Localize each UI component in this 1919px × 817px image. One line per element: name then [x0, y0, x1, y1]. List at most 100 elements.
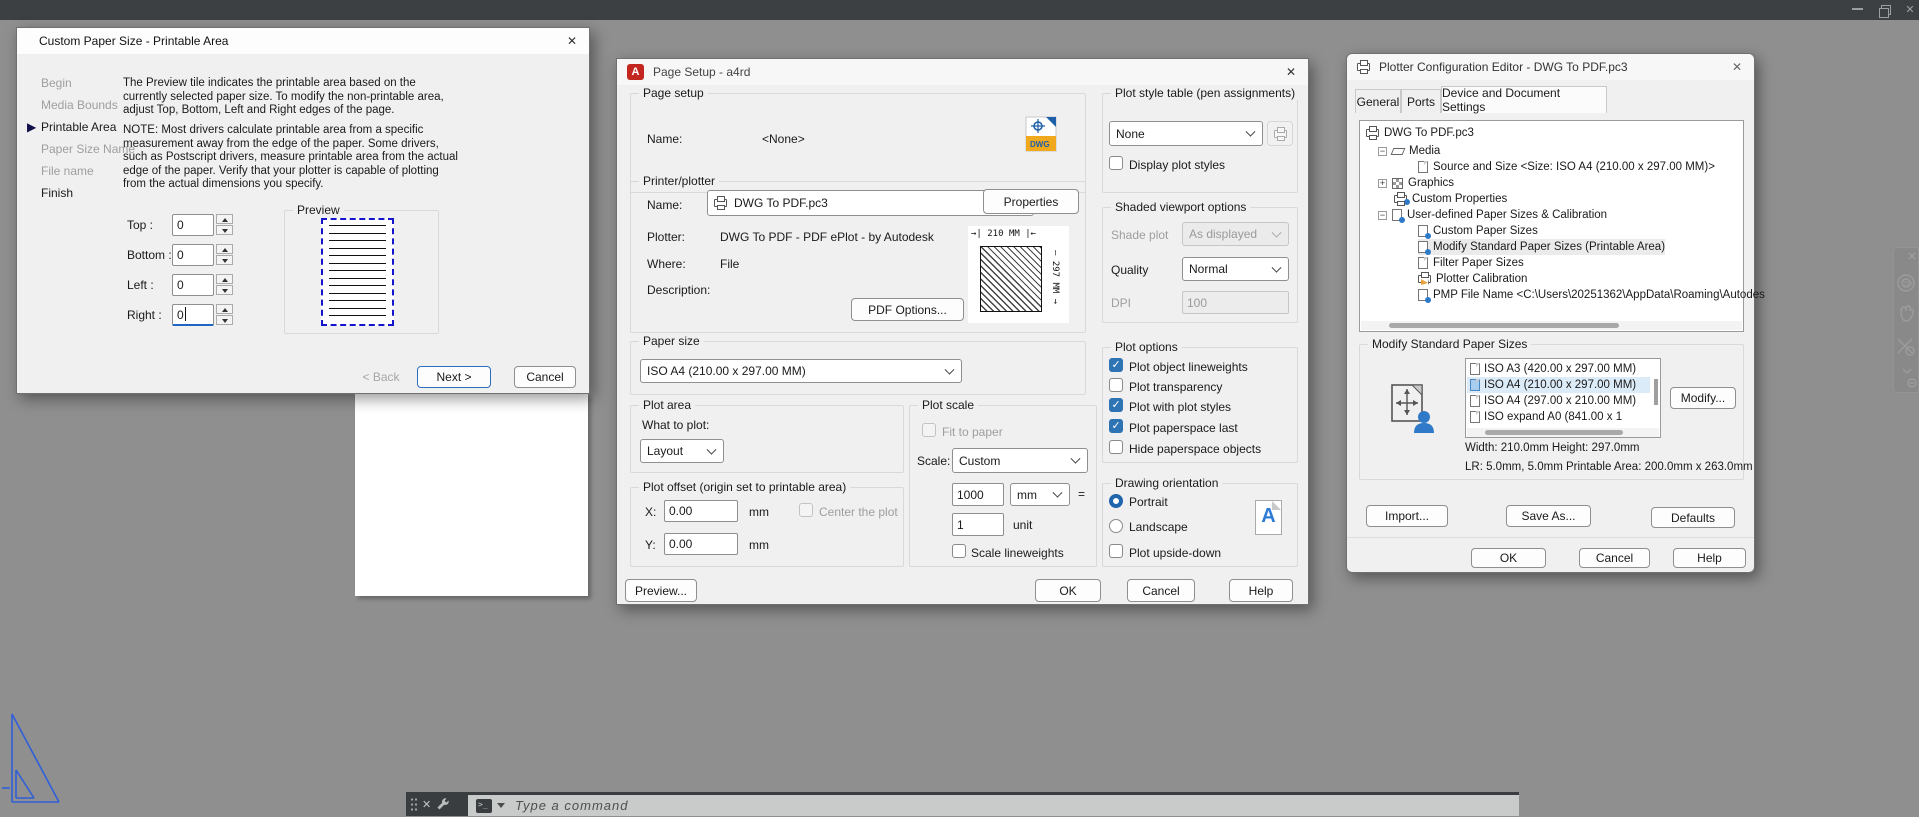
graphics-icon — [1392, 177, 1403, 189]
preview-button[interactable]: Preview... — [625, 579, 697, 602]
paper-size-combo[interactable]: ISO A4 (210.00 x 297.00 MM) — [640, 359, 962, 383]
modify-button[interactable]: Modify... — [1670, 387, 1736, 409]
defaults-button[interactable]: Defaults — [1651, 507, 1735, 528]
offset-x-input[interactable] — [664, 500, 738, 522]
right-input[interactable] — [172, 304, 214, 326]
tree-item-pmp-file-name[interactable]: PMP File Name <C:\Users\20251362\AppData… — [1418, 287, 1765, 303]
tree-item-graphics[interactable]: Graphics — [1378, 175, 1454, 191]
collapse-expander-icon[interactable] — [1378, 146, 1387, 156]
edit-plot-style-button[interactable] — [1267, 121, 1293, 146]
tree-item-plotter-calibration[interactable]: Plotter Calibration — [1418, 271, 1527, 287]
close-command-bar-icon[interactable]: ✕ — [422, 798, 431, 811]
scale-unit-combo[interactable]: mm — [1010, 483, 1070, 506]
tree-item-filter-paper-sizes[interactable]: Filter Paper Sizes — [1418, 255, 1524, 271]
fit-to-paper-checkbox[interactable] — [922, 423, 936, 437]
ok-button[interactable]: OK — [1035, 579, 1101, 602]
list-horizontal-scrollbar[interactable] — [1467, 428, 1659, 437]
cancel-button[interactable]: Cancel — [1579, 548, 1650, 568]
what-to-plot-combo[interactable]: Layout — [640, 439, 724, 463]
collapse-expander-icon[interactable] — [1378, 210, 1387, 220]
plot-object-lineweights-checkbox[interactable] — [1109, 358, 1123, 372]
plot-paperspace-last-checkbox[interactable] — [1109, 419, 1123, 433]
close-dialog-button[interactable]: ✕ — [1282, 63, 1300, 81]
fit-to-paper-label: Fit to paper — [942, 425, 1003, 439]
tree-horizontal-scrollbar[interactable] — [1361, 321, 1742, 330]
expand-expander-icon[interactable] — [1378, 178, 1387, 188]
customize-wrench-icon[interactable] — [435, 796, 451, 812]
tree-item-media[interactable]: Media — [1378, 143, 1440, 159]
recent-commands-chevron-icon[interactable] — [497, 803, 505, 808]
tree-item-root[interactable]: DWG To PDF.pc3 — [1366, 125, 1474, 141]
cancel-button[interactable]: Cancel — [1127, 579, 1195, 602]
scale-length-input[interactable] — [952, 483, 1004, 506]
offset-y-input[interactable] — [664, 533, 738, 555]
tab-device-and-document-settings[interactable]: Device and Document Settings — [1441, 86, 1607, 114]
tab-general[interactable]: General — [1355, 89, 1401, 113]
top-stepper[interactable] — [216, 214, 233, 236]
navigation-bar[interactable]: 2D — [1893, 247, 1919, 393]
size-item-a3[interactable]: ISO A3 (420.00 x 297.00 MM) — [1467, 361, 1650, 377]
paper-size-group: Paper size ISO A4 (210.00 x 297.00 MM) — [630, 334, 1086, 395]
tree-item-custom-paper-sizes[interactable]: Custom Paper Sizes — [1418, 223, 1538, 239]
custom-paper-size-titlebar[interactable]: Custom Paper Size - Printable Area — [17, 28, 589, 54]
right-stepper[interactable] — [216, 304, 233, 326]
pdf-options-button[interactable]: PDF Options... — [851, 298, 964, 321]
close-window-button[interactable]: ✕ — [1898, 0, 1919, 20]
tab-ports[interactable]: Ports — [1401, 89, 1441, 113]
back-button[interactable]: < Back — [351, 366, 411, 388]
left-input[interactable] — [172, 274, 214, 296]
plot-with-plot-styles-checkbox[interactable] — [1109, 398, 1123, 412]
bottom-input[interactable] — [172, 244, 214, 266]
command-input-area[interactable] — [468, 795, 1519, 816]
save-as-button[interactable]: Save As... — [1506, 505, 1591, 527]
portrait-radio[interactable] — [1109, 494, 1123, 508]
size-item-a4-landscape[interactable]: ISO A4 (297.00 x 210.00 MM) — [1467, 393, 1650, 409]
quality-combo[interactable]: Normal — [1182, 257, 1289, 281]
scale-lineweights-checkbox[interactable] — [952, 544, 966, 558]
wizard-step-media-bounds: Media Bounds — [41, 98, 118, 112]
left-stepper[interactable] — [216, 274, 233, 296]
help-button[interactable]: Help — [1229, 579, 1293, 602]
hide-paperspace-objects-checkbox[interactable] — [1109, 440, 1123, 454]
page-setup-titlebar[interactable]: Page Setup - a4rd — [617, 59, 1308, 85]
minimize-button[interactable] — [1845, 0, 1869, 20]
import-button[interactable]: Import... — [1366, 505, 1448, 527]
plot-transparency-checkbox[interactable] — [1109, 378, 1123, 392]
scale-combo[interactable]: Custom — [952, 448, 1088, 473]
plot-with-plot-styles-label: Plot with plot styles — [1129, 400, 1232, 414]
close-dialog-button[interactable]: ✕ — [563, 32, 581, 50]
size-item-a4-portrait[interactable]: ISO A4 (210.00 x 297.00 MM) — [1467, 377, 1650, 393]
left-label: Left : — [127, 278, 154, 292]
tree-item-user-defined-paper-sizes[interactable]: User-defined Paper Sizes & Calibration — [1378, 207, 1607, 223]
dpi-input[interactable] — [1182, 291, 1289, 314]
scale-drawing-units-input[interactable] — [952, 513, 1004, 536]
cancel-button[interactable]: Cancel — [514, 366, 576, 388]
next-button[interactable]: Next > — [417, 366, 491, 388]
command-bar-handle[interactable]: ✕ — [406, 792, 468, 816]
plotter-config-titlebar[interactable]: Plotter Configuration Editor - DWG To PD… — [1347, 54, 1754, 80]
paper-size-person-icon — [1418, 225, 1431, 239]
restore-button[interactable] — [1872, 0, 1896, 20]
plot-style-combo[interactable]: None — [1109, 121, 1263, 146]
close-dialog-button[interactable]: ✕ — [1728, 58, 1746, 76]
bottom-stepper[interactable] — [216, 244, 233, 266]
top-input[interactable] — [172, 214, 214, 236]
landscape-radio[interactable] — [1109, 519, 1123, 533]
tree-item-source-and-size[interactable]: Source and Size <Size: ISO A4 (210.00 x … — [1418, 159, 1715, 175]
command-input[interactable] — [515, 798, 1115, 813]
help-button[interactable]: Help — [1673, 548, 1746, 568]
restore-icon — [1879, 5, 1891, 18]
page-icon — [1418, 257, 1428, 269]
drag-grip-icon[interactable] — [410, 797, 418, 811]
display-plot-styles-checkbox[interactable] — [1109, 156, 1123, 170]
shade-plot-combo[interactable]: As displayed — [1182, 222, 1289, 246]
pan-hand-icon — [1900, 305, 1915, 322]
plot-upside-down-checkbox[interactable] — [1109, 544, 1123, 558]
tree-item-modify-standard-paper-sizes[interactable]: Modify Standard Paper Sizes (Printable A… — [1418, 239, 1666, 255]
properties-button[interactable]: Properties — [983, 189, 1079, 214]
list-vertical-scrollbar[interactable] — [1654, 379, 1658, 405]
center-plot-checkbox[interactable] — [799, 503, 813, 517]
ok-button[interactable]: OK — [1471, 548, 1546, 568]
size-item-a0-expand[interactable]: ISO expand A0 (841.00 x 1 — [1467, 409, 1650, 425]
tree-item-custom-properties[interactable]: Custom Properties — [1394, 191, 1507, 207]
